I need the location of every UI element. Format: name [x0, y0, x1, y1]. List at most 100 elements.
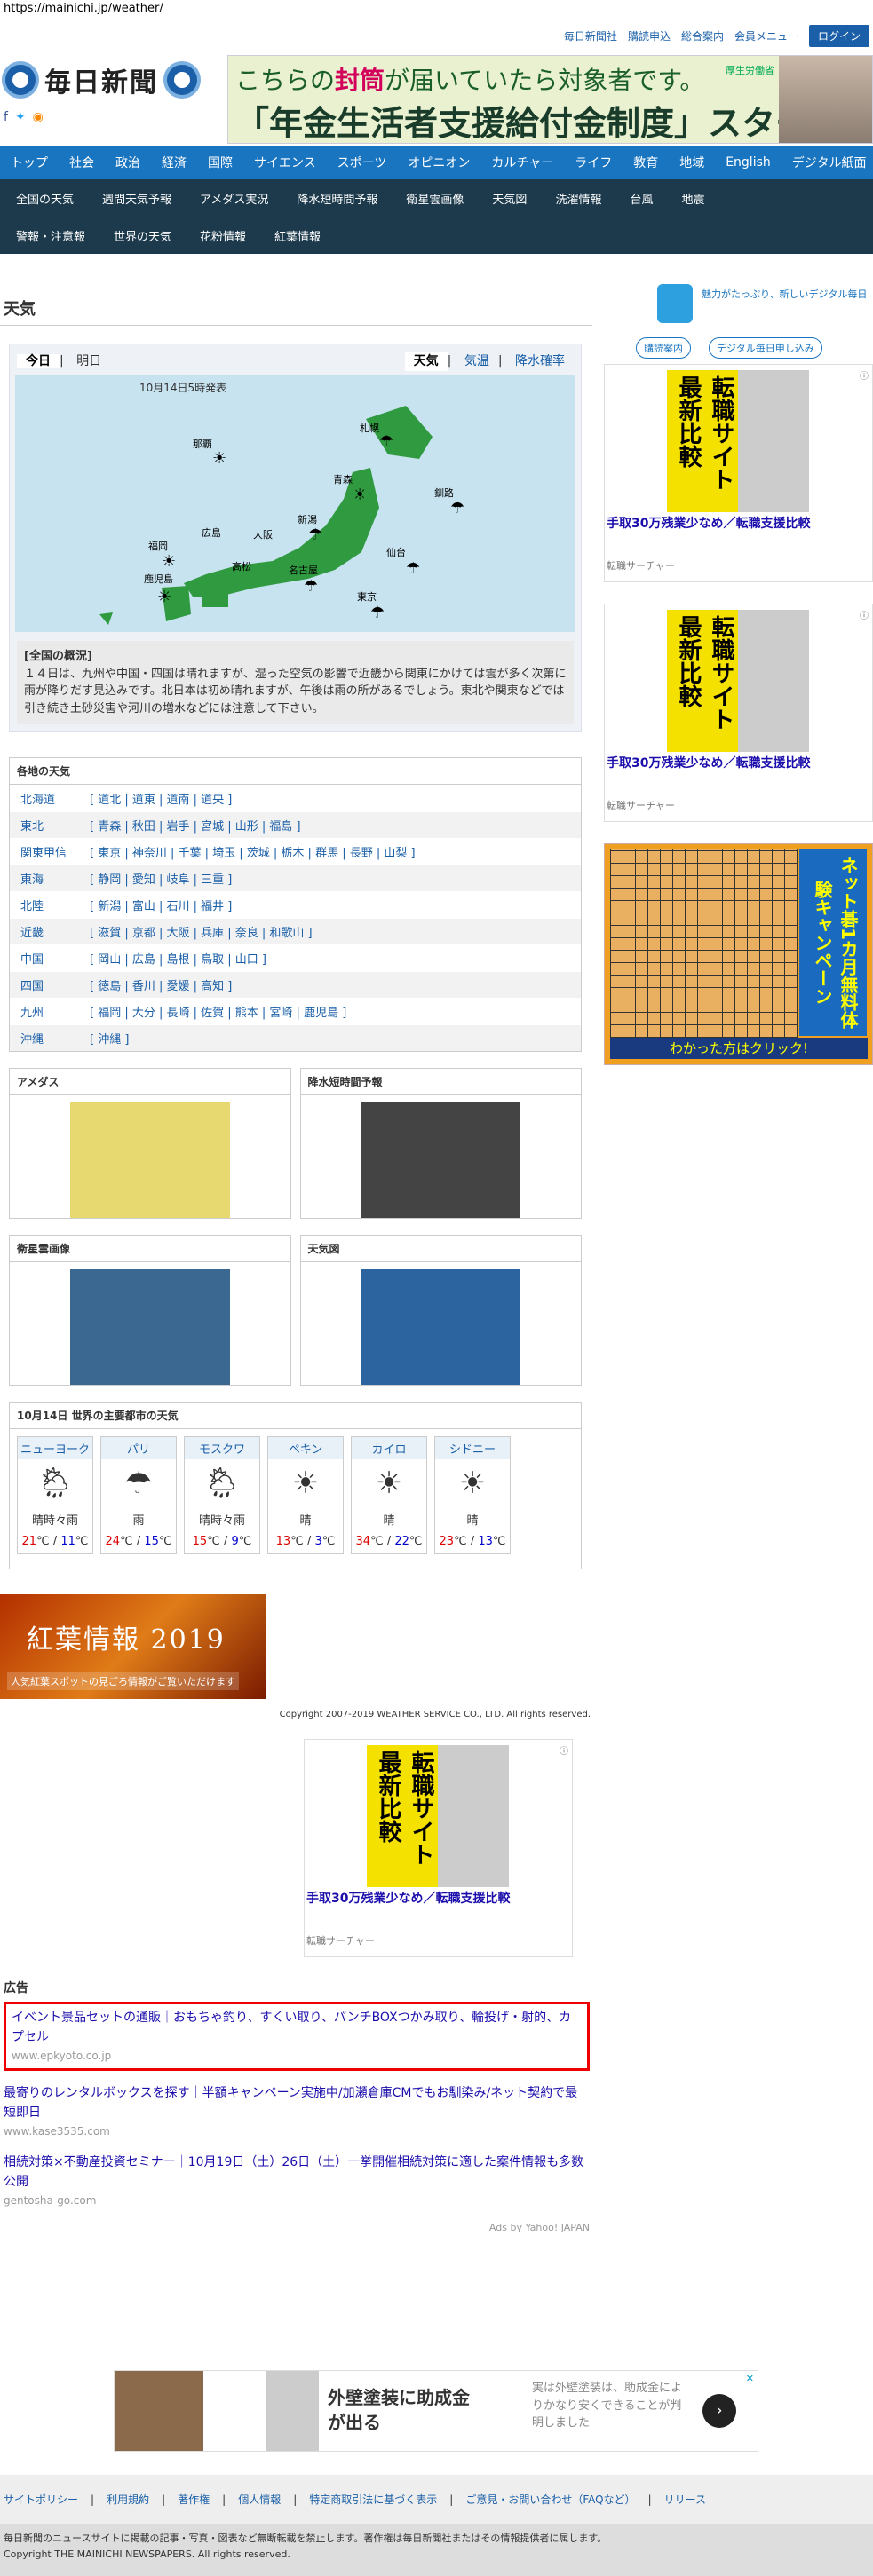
ad-info-icon[interactable]: ⓘ	[560, 1743, 568, 1757]
japan-weather-map[interactable]: 10月14日5時発表 札幌 那覇 青森 釧路 広島 大阪 新潟 福岡 仙台 高松…	[15, 375, 575, 632]
region-name[interactable]: 中国	[10, 950, 90, 967]
ad-link[interactable]: イベント景品セットの通販｜おもちゃ釣り、すくい取り、パンチBOXつかみ取り、輪投…	[12, 2008, 582, 2048]
nav-item[interactable]: 地域	[679, 154, 704, 171]
nav-item[interactable]: オピニオン	[408, 154, 470, 171]
weather-nav-item[interactable]: 花粉情報	[200, 227, 246, 244]
koyo-banner[interactable]: 紅葉情報 2019 人気紅葉スポットの見ごろ情報がご覧いただけます	[0, 1594, 266, 1699]
link-guide[interactable]: 総合案内	[681, 28, 724, 43]
nav-item[interactable]: 経済	[162, 154, 187, 171]
region-name[interactable]: 九州	[10, 1003, 90, 1020]
region-prefs[interactable]: [ 道北 | 道東 | 道南 | 道央 ]	[90, 790, 232, 807]
region-name[interactable]: 東北	[10, 817, 90, 834]
weather-nav-item[interactable]: 警報・注意報	[16, 227, 85, 244]
site-logo[interactable]: 毎日新聞	[0, 53, 213, 99]
nav-item[interactable]: トップ	[11, 154, 48, 171]
tab-tomorrow[interactable]: 明日	[67, 354, 110, 368]
region-prefs[interactable]: [ 新潟 | 富山 | 石川 | 福井 ]	[90, 897, 232, 913]
footer-link[interactable]: ご意見・お問い合わせ（FAQなど）	[465, 2492, 635, 2507]
nav-item[interactable]: 教育	[633, 154, 658, 171]
weather-nav-item[interactable]: 世界の天気	[114, 227, 171, 244]
text-ad[interactable]: 相続対策×不動産投資セミナー｜10月19日（土）26日（土）一挙開催相続対策に適…	[4, 2153, 590, 2209]
region-name[interactable]: 北海道	[10, 790, 90, 807]
tab-today[interactable]: 今日	[17, 354, 60, 368]
weather-nav-item[interactable]: 洗濯情報	[555, 190, 601, 207]
ad-close-icon[interactable]: ✕	[746, 2373, 754, 2384]
footer-link[interactable]: 利用規約	[107, 2492, 149, 2507]
nav-item[interactable]: カルチャー	[491, 154, 553, 171]
amedas-panel[interactable]: アメダス	[9, 1068, 291, 1219]
ad-link[interactable]: 相続対策×不動産投資セミナー｜10月19日（土）26日（土）一挙開催相続対策に適…	[4, 2153, 590, 2193]
facebook-icon[interactable]: f	[4, 110, 8, 124]
footer-link[interactable]: サイトポリシー	[4, 2492, 78, 2507]
footer-link[interactable]: 個人情報	[238, 2492, 281, 2507]
ad-headline[interactable]: 手取30万残業少なめ／転職支援比較	[306, 1891, 510, 1908]
weather-nav-item[interactable]: 台風	[630, 190, 653, 207]
nav-item[interactable]: サイエンス	[254, 154, 316, 171]
ads-credit[interactable]: Ads by Yahoo! JAPAN	[4, 2222, 590, 2233]
tab-precip[interactable]: 降水確率	[506, 352, 574, 371]
weather-nav-item[interactable]: 衛星雲画像	[406, 190, 464, 207]
region-prefs[interactable]: [ 沖縄 ]	[90, 1030, 129, 1047]
twitter-icon[interactable]: ✦	[15, 110, 26, 124]
go-game-ad[interactable]: ネット碁1カ月無料体験キャンペーン わかった方はクリック!	[604, 843, 873, 1065]
digital-promo[interactable]: 魅力がたっぷり、新しいデジタル毎日 購読案内 デジタル毎日申し込み	[604, 284, 873, 364]
region-name[interactable]: 近畿	[10, 923, 90, 940]
footer-link[interactable]: リリース	[664, 2492, 706, 2507]
nav-item[interactable]: ライフ	[575, 154, 612, 171]
link-subscribe[interactable]: 購読申込	[628, 28, 671, 43]
address-bar[interactable]: https://mainichi.jp/weather/	[0, 0, 873, 20]
satellite-panel[interactable]: 衛星雲画像	[9, 1235, 291, 1386]
text-ad[interactable]: イベント景品セットの通販｜おもちゃ釣り、すくい取り、パンチBOXつかみ取り、輪投…	[4, 2002, 590, 2071]
region-name[interactable]: 四国	[10, 976, 90, 993]
precip-panel[interactable]: 降水短時間予報	[299, 1068, 582, 1219]
link-member[interactable]: 会員メニュー	[734, 28, 798, 43]
ad-info-icon[interactable]: ⓘ	[860, 368, 869, 382]
region-name[interactable]: 沖縄	[10, 1030, 90, 1047]
region-prefs[interactable]: [ 徳島 | 香川 | 愛媛 | 高知 ]	[90, 976, 232, 993]
nav-item[interactable]: 政治	[115, 154, 140, 171]
link-company[interactable]: 毎日新聞社	[564, 28, 617, 43]
weather-nav-item[interactable]: 地震	[681, 190, 704, 207]
nav-item[interactable]: デジタル紙面	[792, 154, 867, 171]
weather-nav-item[interactable]: 紅葉情報	[274, 227, 321, 244]
region-prefs[interactable]: [ 岡山 | 広島 | 島根 | 鳥取 | 山口 ]	[90, 950, 266, 967]
weather-nav-item[interactable]: 降水短時間予報	[297, 190, 377, 207]
region-row: 中国[ 岡山 | 広島 | 島根 | 鳥取 | 山口 ]	[10, 944, 581, 971]
region-prefs[interactable]: [ 滋賀 | 京都 | 大阪 | 兵庫 | 奈良 | 和歌山 ]	[90, 923, 313, 940]
job-ad[interactable]: ⓘ 転職サイト最新比較 手取30万残業少なめ／転職支援比較 転職サーチャー	[304, 1739, 573, 1957]
weather-chart-panel[interactable]: 天気図	[299, 1235, 582, 1386]
region-prefs[interactable]: [ 青森 | 秋田 | 岩手 | 宮城 | 山形 | 福島 ]	[90, 817, 301, 834]
digital-signup-button[interactable]: デジタル毎日申し込み	[709, 337, 822, 359]
chevron-right-icon[interactable]: ›	[702, 2394, 736, 2428]
tab-temperature[interactable]: 気温	[456, 352, 498, 371]
bottom-ad-banner[interactable]: 外壁塗装に助成金が出る 実は外壁塗装は、助成金によりかなり安くできることが判明し…	[114, 2370, 758, 2452]
region-name[interactable]: 関東甲信	[10, 843, 90, 860]
weather-nav-item[interactable]: 天気図	[492, 190, 527, 207]
ad-headline[interactable]: 手取30万残業少なめ／転職支援比較	[607, 516, 810, 533]
region-name[interactable]: 北陸	[10, 897, 90, 913]
region-prefs[interactable]: [ 静岡 | 愛知 | 岐阜 | 三重 ]	[90, 870, 232, 887]
tab-weather[interactable]: 天気	[404, 352, 448, 371]
ad-info-icon[interactable]: ⓘ	[860, 608, 869, 621]
nav-item[interactable]: スポーツ	[337, 154, 387, 171]
weather-nav-item[interactable]: 週間天気予報	[102, 190, 171, 207]
text-ad[interactable]: 最寄りのレンタルボックスを探す｜半額キャンペーン実施中/加瀬倉庫CMでもお馴染み…	[4, 2083, 590, 2140]
nav-item[interactable]: English	[726, 155, 771, 170]
weather-nav-item[interactable]: 全国の天気	[16, 190, 74, 207]
rss-icon[interactable]: ◉	[33, 110, 44, 124]
footer-link[interactable]: 著作権	[178, 2492, 210, 2507]
login-button[interactable]: ログイン	[808, 25, 869, 47]
top-ad-banner[interactable]: こちらの封筒が届いていたら対象者です。 「年金生活者支援給付金制度」スタート 厚…	[227, 55, 873, 144]
ad-headline[interactable]: 手取30万残業少なめ／転職支援比較	[607, 755, 810, 773]
region-name[interactable]: 東海	[10, 870, 90, 887]
nav-item[interactable]: 社会	[69, 154, 94, 171]
weather-nav-item[interactable]: アメダス実況	[200, 190, 268, 207]
ad-link[interactable]: 最寄りのレンタルボックスを探す｜半額キャンペーン実施中/加瀬倉庫CMでもお馴染み…	[4, 2083, 590, 2123]
footer-link[interactable]: 特定商取引法に基づく表示	[309, 2492, 437, 2507]
nav-item[interactable]: 国際	[208, 154, 233, 171]
job-ad[interactable]: ⓘ 転職サイト最新比較 手取30万残業少なめ／転職支援比較 転職サーチャー	[604, 604, 873, 822]
region-prefs[interactable]: [ 福岡 | 大分 | 長崎 | 佐賀 | 熊本 | 宮崎 | 鹿児島 ]	[90, 1003, 346, 1020]
job-ad[interactable]: ⓘ 転職サイト最新比較 手取30万残業少なめ／転職支援比較 転職サーチャー	[604, 364, 873, 582]
region-prefs[interactable]: [ 東京 | 神奈川 | 千葉 | 埼玉 | 茨城 | 栃木 | 群馬 | 長野…	[90, 843, 416, 860]
subscribe-button[interactable]: 購読案内	[636, 337, 691, 359]
